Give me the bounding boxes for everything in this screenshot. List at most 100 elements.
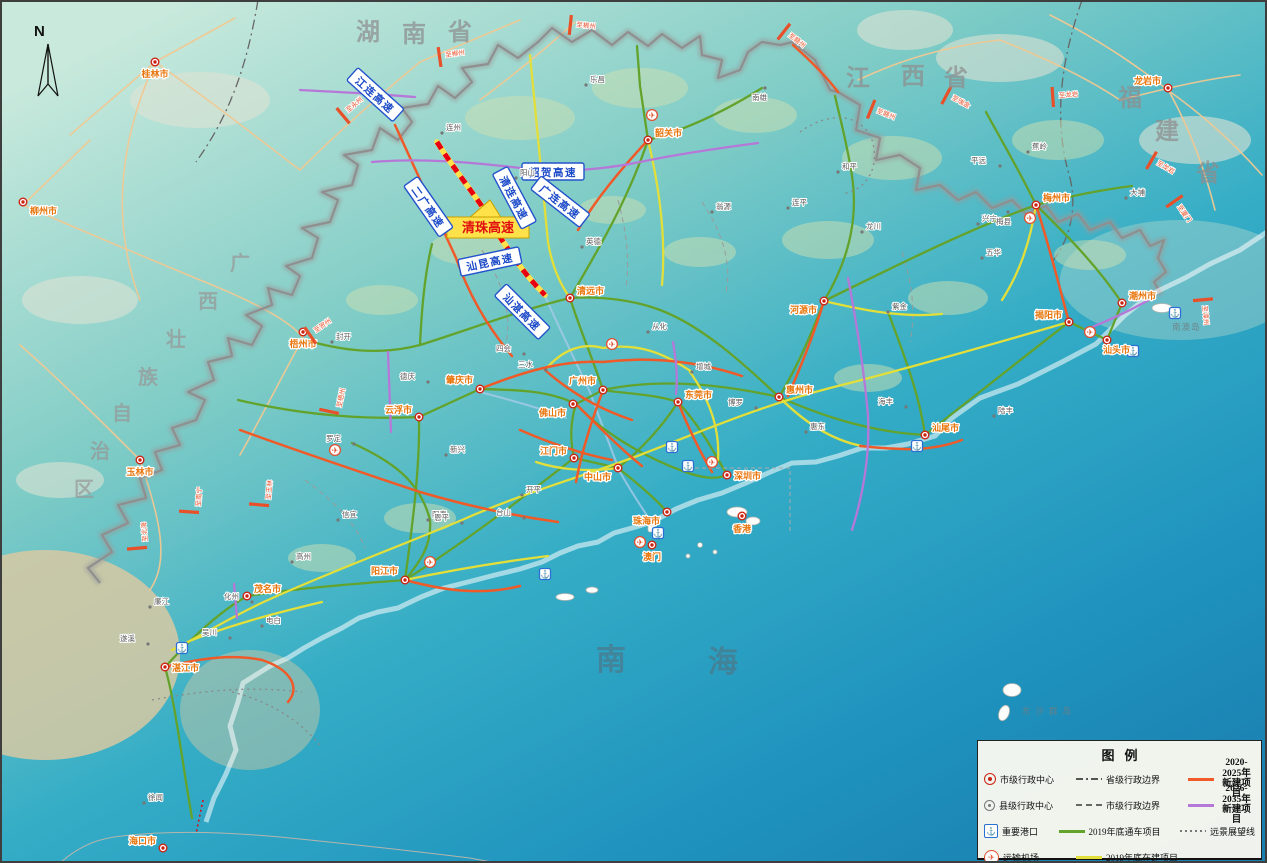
county-label: 吴川 [202, 628, 217, 637]
city-label: 云浮市 [385, 404, 412, 415]
sea-char: 海 [708, 646, 738, 679]
county-label: 乐昌 [590, 74, 605, 84]
county-label: 从化 [652, 321, 667, 331]
featured-expressway-label: 清珠高速 [462, 220, 514, 235]
province-char: 省 [1195, 160, 1220, 187]
island [586, 587, 598, 593]
county-label: 海丰 [878, 396, 893, 406]
county-label: 连平 [792, 197, 807, 207]
province-char: 区 [74, 479, 94, 501]
province-char: 西 [901, 64, 925, 90]
county-label: 英德 [586, 236, 601, 246]
purple-line-swatch [1188, 804, 1214, 807]
county-label: 新兴 [450, 444, 465, 454]
county-label: 平远 [971, 156, 986, 165]
sea-char: 南 [596, 644, 626, 677]
legend-item-open-2019: 2019年底通车项目 [1059, 825, 1180, 838]
city-label: 茂名市 [253, 583, 281, 594]
province-char: 壮 [166, 328, 186, 351]
airport-icon [1025, 213, 1036, 224]
airport-icon [707, 457, 718, 468]
city-label: 揭阳市 [1035, 309, 1062, 320]
city-boundary-swatch [1076, 804, 1102, 806]
yellow-line-swatch [1076, 856, 1102, 859]
hill [1012, 120, 1104, 160]
legend-item-province-boundary: 省级行政边界 [1076, 773, 1188, 786]
city-label: 肇庆市 [446, 374, 473, 385]
county-label: 龙川 [866, 221, 881, 231]
legend-label: 运输机场 [1003, 851, 1039, 863]
legend-label: 2019年底在建项目 [1106, 851, 1178, 863]
port-icon [683, 461, 694, 472]
legend-label: 重要港口 [1002, 825, 1038, 838]
county-label: 蕉岭 [1032, 141, 1048, 151]
hill [130, 72, 270, 128]
city-label: 河源市 [790, 304, 817, 315]
airport-icon [330, 445, 341, 456]
city-center-icon [984, 773, 996, 785]
green-line-swatch [1059, 830, 1085, 833]
city-label: 东莞市 [685, 389, 712, 400]
province-char: 南 [402, 21, 426, 48]
city-label: 清远市 [577, 285, 604, 296]
shallow-sand [180, 650, 320, 770]
city-label: 龙岩市 [1133, 75, 1161, 86]
county-label: 陆丰 [998, 405, 1013, 415]
province-char: 省 [943, 65, 968, 92]
legend-row: ✈ 运输机场 2019年底在建项目 [978, 844, 1261, 863]
county-label: 紫金 [892, 301, 907, 311]
county-label: 五华 [986, 247, 1001, 257]
city-label: 柳州市 [30, 205, 57, 216]
port-icon [1170, 308, 1181, 319]
county-label: 遂溪 [120, 633, 135, 643]
legend: 图例 市级行政中心 省级行政边界 2020-2025年新建项目 县级行政中心 市… [977, 740, 1262, 860]
airport-icon [1085, 327, 1096, 338]
city-label: 玉林市 [126, 466, 153, 477]
legend-item-port: ⚓重要港口 [984, 824, 1059, 838]
city-label: 潮州市 [1129, 290, 1156, 301]
city-label: 韶关市 [655, 127, 682, 138]
north-label: N [34, 23, 45, 40]
county-label: 博罗 [728, 397, 743, 407]
legend-item-city-center: 市级行政中心 [984, 773, 1076, 786]
airport-icon [635, 537, 646, 548]
city-label: 澳门 [643, 551, 661, 562]
sea-label: 南澳岛 [1172, 322, 1201, 332]
province-char: 广 [230, 251, 250, 275]
prospect-line-swatch [1180, 830, 1206, 832]
county-label: 信宜 [342, 509, 357, 519]
city-label: 江门市 [540, 445, 567, 456]
city-label: 阳江市 [371, 565, 398, 576]
province-char: 湖 [356, 19, 380, 46]
airport-icon [425, 557, 436, 568]
hill [782, 221, 874, 259]
county-label: 台山 [496, 507, 511, 517]
province-boundary-swatch [1076, 778, 1102, 780]
city-label: 广州市 [569, 375, 596, 386]
legend-row: 县级行政中心 市级行政边界 2026-2035年新建项目 [978, 792, 1261, 818]
county-label: 电白 [266, 615, 281, 625]
legend-label: 2026-2035年新建项目 [1218, 784, 1255, 826]
province-char: 治 [90, 439, 110, 463]
county-label: 封开 [336, 331, 351, 341]
county-label: 德庆 [400, 371, 415, 381]
province-char: 江 [846, 65, 870, 92]
province-char: 建 [1155, 118, 1179, 145]
county-label: 罗定 [326, 433, 341, 443]
dongsha-island [1003, 684, 1021, 697]
sea-label: 东沙群岛 [1022, 706, 1076, 716]
county-label: 恩平 [434, 513, 449, 522]
city-label: 海口市 [129, 835, 156, 846]
county-label: 廉江 [154, 596, 169, 606]
legend-label: 远景展望线 [1210, 825, 1255, 838]
island [686, 554, 690, 558]
legend-label-line2: 新建项目 [1222, 805, 1251, 825]
airport-icon: ✈ [984, 850, 999, 863]
legend-label-line1: 2020-2025年 [1222, 758, 1251, 778]
province-char: 福 [1117, 85, 1142, 112]
island [713, 550, 717, 554]
county-label: 翁源 [716, 201, 731, 211]
legend-item-airport: ✈ 运输机场 [984, 850, 1076, 863]
hill [713, 97, 797, 133]
legend-item-new-2026-2035: 2026-2035年新建项目 [1188, 784, 1255, 826]
